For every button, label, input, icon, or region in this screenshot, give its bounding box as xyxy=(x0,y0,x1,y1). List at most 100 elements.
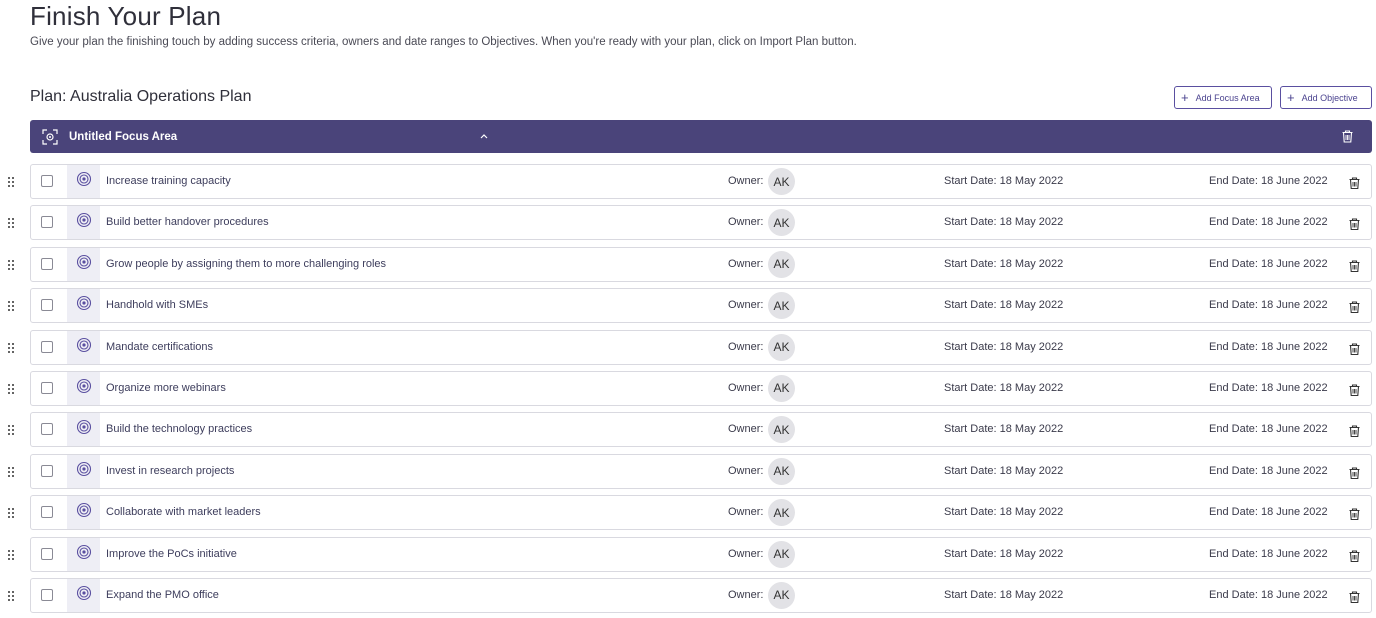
objective-checkbox[interactable] xyxy=(41,506,53,519)
owner-avatar[interactable]: AK xyxy=(768,540,795,568)
trash-icon[interactable] xyxy=(1349,300,1360,318)
drag-handle-icon[interactable] xyxy=(8,383,14,394)
end-date[interactable]: End Date: 18 June 2022 xyxy=(1209,548,1328,560)
owner-avatar[interactable]: AK xyxy=(768,581,795,609)
objective-row: Mandate certifications Owner: AK Start D… xyxy=(0,329,1376,371)
start-date[interactable]: Start Date: 18 May 2022 xyxy=(944,465,1063,477)
drag-handle-icon[interactable] xyxy=(8,508,14,519)
focus-area-delete-icon[interactable] xyxy=(1342,130,1353,148)
objective-title[interactable]: Handhold with SMEs xyxy=(106,299,208,311)
owner-avatar[interactable]: AK xyxy=(768,168,795,195)
target-icon xyxy=(76,337,92,358)
objective-title[interactable]: Build better handover procedures xyxy=(106,216,269,228)
start-date[interactable]: Start Date: 18 May 2022 xyxy=(944,341,1063,353)
objective-checkbox[interactable] xyxy=(41,299,53,312)
drag-handle-icon[interactable] xyxy=(8,425,14,436)
trash-icon[interactable] xyxy=(1349,383,1360,401)
target-icon xyxy=(76,419,92,440)
trash-icon[interactable] xyxy=(1349,176,1360,194)
objective-title[interactable]: Increase training capacity xyxy=(106,175,231,187)
start-date[interactable]: Start Date: 18 May 2022 xyxy=(944,299,1063,311)
objective-icon-cell xyxy=(67,454,100,488)
objective-title[interactable]: Collaborate with market leaders xyxy=(106,506,261,518)
trash-icon[interactable] xyxy=(1349,507,1360,525)
owner-avatar[interactable]: AK xyxy=(768,250,795,278)
start-date[interactable]: Start Date: 18 May 2022 xyxy=(944,589,1063,601)
objective-checkbox[interactable] xyxy=(41,547,53,560)
end-date[interactable]: End Date: 18 June 2022 xyxy=(1209,299,1328,311)
objective-icon-cell xyxy=(67,165,100,198)
drag-handle-icon[interactable] xyxy=(8,301,14,312)
owner-label: Owner: xyxy=(728,175,764,187)
end-date[interactable]: End Date: 18 June 2022 xyxy=(1209,506,1328,518)
owner-avatar[interactable]: AK xyxy=(768,416,795,444)
objective-title[interactable]: Grow people by assigning them to more ch… xyxy=(106,258,386,270)
objective-title[interactable]: Improve the PoCs initiative xyxy=(106,548,237,560)
end-date[interactable]: End Date: 18 June 2022 xyxy=(1209,216,1328,228)
start-date[interactable]: Start Date: 18 May 2022 xyxy=(944,548,1063,560)
drag-handle-icon[interactable] xyxy=(8,259,14,270)
start-date[interactable]: Start Date: 18 May 2022 xyxy=(944,423,1063,435)
end-date[interactable]: End Date: 18 June 2022 xyxy=(1209,175,1328,187)
end-date[interactable]: End Date: 18 June 2022 xyxy=(1209,258,1328,270)
drag-handle-icon[interactable] xyxy=(8,218,14,229)
start-date[interactable]: Start Date: 18 May 2022 xyxy=(944,258,1063,270)
objective-title[interactable]: Build the technology practices xyxy=(106,423,252,435)
objective-icon-cell xyxy=(67,413,100,447)
objective-card: Expand the PMO office Owner: AK Start Da… xyxy=(30,577,1372,613)
trash-icon[interactable] xyxy=(1349,217,1360,235)
end-date[interactable]: End Date: 18 June 2022 xyxy=(1209,382,1328,394)
add-focus-area-button[interactable]: + Add Focus Area xyxy=(1174,86,1272,109)
drag-handle-icon[interactable] xyxy=(8,177,14,187)
objective-checkbox[interactable] xyxy=(41,588,53,601)
page-subtitle: Give your plan the finishing touch by ad… xyxy=(30,36,857,48)
drag-handle-icon[interactable] xyxy=(8,549,14,560)
owner-avatar[interactable]: AK xyxy=(768,292,795,320)
objective-title[interactable]: Organize more webinars xyxy=(106,382,226,394)
objective-checkbox[interactable] xyxy=(41,175,53,187)
objective-checkbox[interactable] xyxy=(41,216,53,229)
trash-icon[interactable] xyxy=(1349,259,1360,277)
objective-checkbox[interactable] xyxy=(41,464,53,477)
objective-title[interactable]: Mandate certifications xyxy=(106,341,213,353)
trash-icon[interactable] xyxy=(1349,424,1360,442)
add-objective-label: Add Objective xyxy=(1301,92,1358,103)
target-icon xyxy=(76,171,92,192)
objective-title[interactable]: Expand the PMO office xyxy=(106,589,219,601)
start-date[interactable]: Start Date: 18 May 2022 xyxy=(944,382,1063,394)
owner-avatar[interactable]: AK xyxy=(768,333,795,361)
start-date[interactable]: Start Date: 18 May 2022 xyxy=(944,506,1063,518)
trash-icon[interactable] xyxy=(1349,549,1360,567)
target-icon xyxy=(76,378,92,399)
objective-icon-cell xyxy=(67,289,100,323)
add-objective-button[interactable]: + Add Objective xyxy=(1280,86,1372,109)
end-date[interactable]: End Date: 18 June 2022 xyxy=(1209,465,1328,477)
owner-label: Owner: xyxy=(728,381,764,394)
objective-checkbox[interactable] xyxy=(41,257,53,270)
trash-icon[interactable] xyxy=(1349,466,1360,484)
drag-handle-icon[interactable] xyxy=(8,342,14,353)
objective-checkbox[interactable] xyxy=(41,381,53,394)
objective-checkbox[interactable] xyxy=(41,423,53,436)
chevron-up-icon[interactable] xyxy=(478,129,490,141)
objective-row: Collaborate with market leaders Owner: A… xyxy=(0,495,1376,536)
drag-handle-icon[interactable] xyxy=(8,466,14,477)
trash-icon[interactable] xyxy=(1349,342,1360,360)
owner-avatar[interactable]: AK xyxy=(768,499,795,527)
owner-avatar[interactable]: AK xyxy=(768,209,795,237)
end-date[interactable]: End Date: 18 June 2022 xyxy=(1209,589,1328,601)
owner-avatar[interactable]: AK xyxy=(768,374,795,402)
objective-title[interactable]: Invest in research projects xyxy=(106,465,234,477)
objective-checkbox[interactable] xyxy=(41,340,53,353)
end-date[interactable]: End Date: 18 June 2022 xyxy=(1209,423,1328,435)
end-date[interactable]: End Date: 18 June 2022 xyxy=(1209,341,1328,353)
drag-handle-icon[interactable] xyxy=(8,590,14,601)
start-date[interactable]: Start Date: 18 May 2022 xyxy=(944,216,1063,228)
trash-icon[interactable] xyxy=(1349,590,1360,608)
focus-area-title[interactable]: Untitled Focus Area xyxy=(69,131,177,143)
start-date[interactable]: Start Date: 18 May 2022 xyxy=(944,175,1063,187)
owner-avatar[interactable]: AK xyxy=(768,457,795,485)
objective-row: Build better handover procedures Owner: … xyxy=(0,205,1376,246)
target-icon xyxy=(76,502,92,523)
objective-card: Invest in research projects Owner: AK St… xyxy=(30,453,1372,489)
